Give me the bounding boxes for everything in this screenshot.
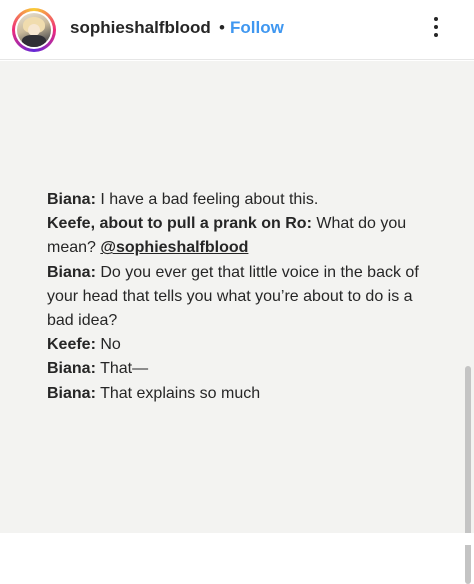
dialogue-line: Biana: I have a bad feeling about this. <box>47 188 437 212</box>
line-text: That explains so much <box>100 384 261 402</box>
speaker-name: Keefe: <box>47 336 96 354</box>
line-text: I have a bad feeling about this. <box>100 191 319 208</box>
speaker-name: Biana: <box>47 191 96 208</box>
speaker-name: Biana: <box>47 263 96 281</box>
post-text: Biana: I have a bad feeling about this. … <box>47 188 437 406</box>
bottom-edge <box>0 533 474 545</box>
line-text: Do you ever get that little voice in the… <box>47 263 419 330</box>
speaker-name: Biana: <box>47 384 96 402</box>
post-image: Biana: I have a bad feeling about this. … <box>0 61 474 584</box>
avatar-ring-inner <box>15 11 53 49</box>
speaker-name: Biana: <box>47 360 96 378</box>
username-link[interactable]: sophieshalfblood <box>70 18 211 38</box>
separator-dot: • <box>219 18 225 37</box>
more-dot <box>434 17 438 21</box>
mention-link[interactable]: @sophieshalfblood <box>100 239 248 256</box>
dialogue-line: Biana: That explains so much <box>47 382 437 406</box>
dialogue-line: Keefe: No <box>47 333 437 357</box>
avatar-image <box>17 13 51 47</box>
dialogue-line: Biana: Do you ever get that little voice… <box>47 261 437 334</box>
post-header: sophieshalfblood • Follow <box>0 0 474 60</box>
more-dot <box>434 33 438 37</box>
line-text: No <box>100 336 121 354</box>
line-text: That— <box>100 360 149 378</box>
speaker-name: Keefe, about to pull a prank on Ro: <box>47 215 312 233</box>
dialogue-line: Keefe, about to pull a prank on Ro: What… <box>47 212 437 260</box>
dialogue-line: Biana: That— <box>47 357 437 381</box>
avatar-body <box>22 35 46 47</box>
avatar[interactable] <box>12 8 56 52</box>
more-vertical-icon[interactable] <box>430 14 442 42</box>
follow-button[interactable]: Follow <box>230 18 284 38</box>
scrollbar[interactable] <box>465 366 471 584</box>
more-dot <box>434 25 438 29</box>
